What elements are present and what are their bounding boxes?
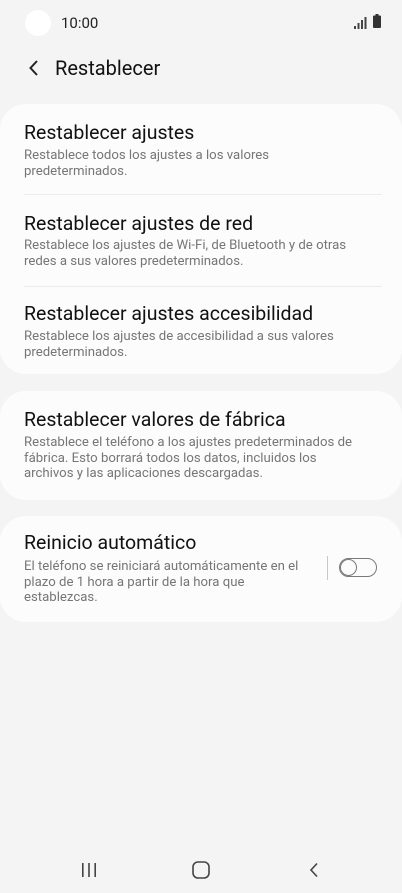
reset-settings-item[interactable]: Restablecer ajustes Restablece todos los… — [0, 104, 402, 194]
home-button[interactable] — [181, 857, 221, 883]
auto-restart-toggle[interactable] — [339, 558, 377, 577]
item-title: Restablecer ajustes accesibilidad — [24, 302, 314, 325]
system-back-button[interactable] — [294, 857, 334, 883]
auto-restart-item[interactable]: Reinicio automático El teléfono se reini… — [0, 516, 402, 622]
back-button[interactable] — [20, 54, 48, 82]
recents-icon — [82, 863, 96, 877]
item-description: Restablece todos los ajustes a los valor… — [24, 148, 270, 179]
item-title: Restablecer valores de fábrica — [24, 408, 286, 431]
home-icon — [192, 861, 210, 879]
reset-accessibility-settings-item[interactable]: Restablecer ajustes accesibilidad Restab… — [0, 287, 402, 374]
camera-cutout — [25, 10, 51, 36]
item-description: Restablece los ajustes de accesibilidad … — [24, 329, 334, 360]
status-bar: 10:00 — [0, 0, 402, 48]
reset-network-settings-item[interactable]: Restablecer ajustes de red Restablece lo… — [0, 195, 402, 286]
status-time: 10:00 — [61, 14, 99, 32]
battery-icon — [373, 14, 381, 28]
factory-reset-item[interactable]: Restablecer valores de fábrica Restablec… — [0, 391, 402, 500]
item-title: Reinicio automático — [24, 531, 197, 554]
navigation-bar — [0, 845, 402, 893]
recents-button[interactable] — [69, 857, 109, 883]
reset-options-card: Restablecer ajustes Restablece todos los… — [0, 104, 402, 374]
chevron-left-icon — [29, 60, 38, 76]
signal-icon — [354, 17, 367, 29]
item-title: Restablecer ajustes de red — [24, 212, 254, 235]
factory-reset-card: Restablecer valores de fábrica Restablec… — [0, 391, 402, 500]
item-description: Restablece los ajustes de Wi-Fi, de Blue… — [24, 238, 347, 269]
app-bar: Restablecer — [0, 48, 402, 88]
item-description: El teléfono se reiniciará automáticament… — [24, 559, 299, 605]
page-title: Restablecer — [55, 56, 161, 80]
item-description: Restablece el teléfono a los ajustes pre… — [24, 435, 353, 481]
toggle-knob — [340, 558, 357, 576]
toggle-separator — [327, 556, 328, 580]
item-title: Restablecer ajustes — [24, 121, 195, 144]
back-icon — [309, 862, 318, 878]
auto-restart-card: Reinicio automático El teléfono se reini… — [0, 516, 402, 622]
